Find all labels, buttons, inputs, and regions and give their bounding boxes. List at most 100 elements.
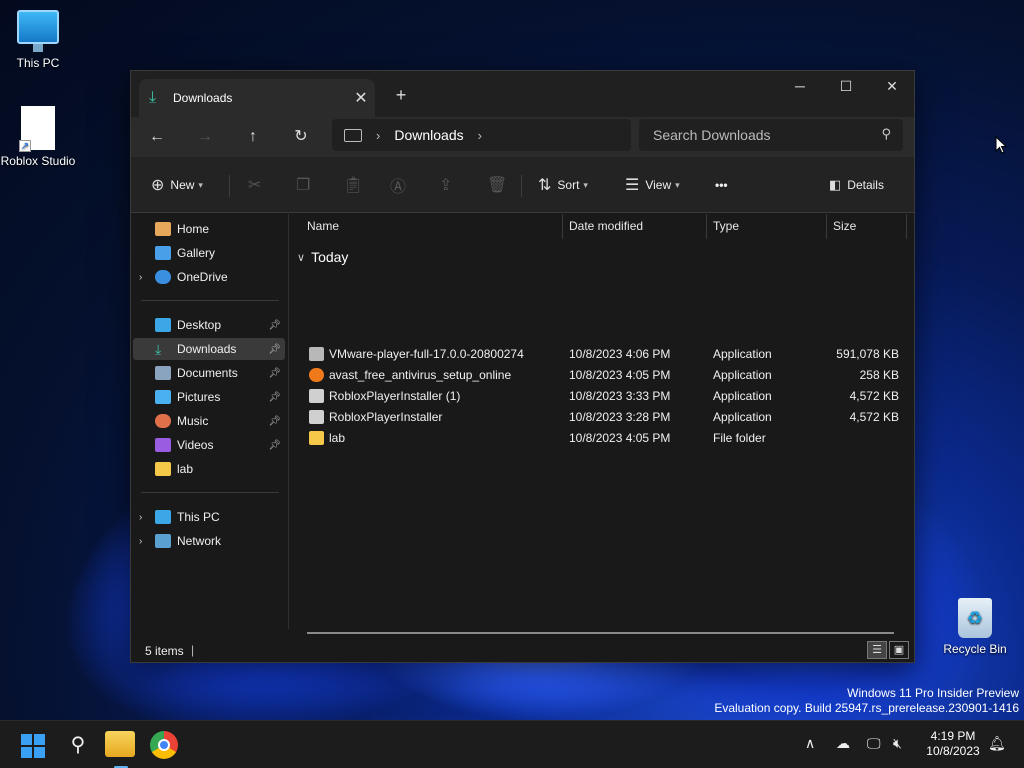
sidebar-item-label: Pictures: [177, 390, 221, 404]
sidebar-item-documents[interactable]: Documents 📌︎: [133, 362, 285, 384]
desktop-icon-label: Recycle Bin: [943, 642, 1007, 656]
plus-circle-icon: ⊕: [151, 177, 165, 194]
network-icon[interactable]: 🖵︎: [867, 735, 881, 752]
sidebar-item-label: Downloads: [177, 342, 237, 356]
minimize-button[interactable]: ─: [777, 71, 823, 101]
file-type: Application: [713, 368, 772, 382]
column-header-date-modified[interactable]: Date modified: [563, 214, 707, 239]
breadcrumb-downloads[interactable]: Downloads: [394, 127, 463, 143]
horizontal-scrollbar[interactable]: [307, 632, 894, 634]
sidebar-item-label: Desktop: [177, 318, 222, 332]
details-view-icon[interactable]: ☰: [867, 641, 887, 659]
chrome-icon[interactable]: [150, 731, 178, 759]
delete-icon[interactable]: 🗑︎: [487, 171, 513, 199]
onedrive-icon[interactable]: ☁: [836, 735, 850, 752]
column-headers: Name Date modified Type Size: [289, 214, 914, 239]
evaluation-watermark: Windows 11 Pro Insider Preview Evaluatio…: [714, 686, 1019, 716]
copy-icon[interactable]: ❐: [296, 171, 316, 199]
file-row[interactable]: RobloxPlayerInstaller (1) 10/8/2023 3:33…: [289, 386, 914, 407]
column-header-name[interactable]: Name: [301, 214, 563, 239]
new-button[interactable]: ⊕ New ▾: [151, 171, 203, 199]
search-placeholder: Search Downloads: [653, 127, 771, 143]
sidebar-item-videos[interactable]: Videos 📌︎: [133, 434, 285, 456]
show-hidden-icons-icon[interactable]: ∧: [805, 735, 815, 752]
speaker-muted-icon[interactable]: 🔇︎: [893, 735, 902, 752]
sidebar-item-home[interactable]: Home: [133, 218, 285, 240]
file-name: VMware-player-full-17.0.0-20800274: [329, 347, 524, 361]
file-row[interactable]: VMware-player-full-17.0.0-20800274 10/8/…: [289, 344, 914, 365]
search-input[interactable]: Search Downloads ⚲: [639, 119, 903, 151]
file-size: 4,572 KB: [849, 389, 899, 403]
sidebar-item-network[interactable]: › Network: [133, 530, 285, 552]
documents-icon: [155, 366, 171, 380]
sidebar-item-lab[interactable]: lab: [133, 458, 285, 480]
status-bar: 5 items | ☰ ▣: [131, 639, 914, 663]
forward-arrow-icon[interactable]: →: [189, 123, 221, 151]
sidebar-item-pictures[interactable]: Pictures 📌︎: [133, 386, 285, 408]
pin-icon[interactable]: 📌︎: [268, 416, 281, 427]
sidebar-item-label: Documents: [177, 366, 238, 380]
pin-icon[interactable]: 📌︎: [268, 344, 281, 355]
file-date: 10/8/2023 4:05 PM: [569, 368, 671, 382]
chevron-right-icon[interactable]: ›: [376, 128, 380, 143]
computer-icon: [155, 510, 171, 524]
maximize-button[interactable]: ☐: [823, 71, 869, 101]
paste-icon[interactable]: 📋︎: [343, 171, 369, 199]
address-bar[interactable]: › Downloads ›: [332, 119, 631, 151]
start-button[interactable]: [16, 729, 48, 761]
more-options-button[interactable]: •••: [715, 171, 728, 199]
column-header-size[interactable]: Size: [827, 214, 907, 239]
close-tab-icon[interactable]: ✕: [347, 88, 375, 108]
desktop-icon-roblox-studio[interactable]: ↗ Roblox Studio: [0, 106, 78, 168]
up-arrow-icon[interactable]: ↑: [237, 123, 269, 151]
group-header-today[interactable]: ∨ Today: [297, 249, 348, 265]
chevron-right-icon[interactable]: ›: [478, 128, 482, 143]
desktop-icon-this-pc[interactable]: This PC: [0, 10, 78, 70]
clock[interactable]: 4:19 PM 10/8/2023: [918, 729, 988, 759]
chevron-right-icon[interactable]: ›: [139, 536, 151, 547]
rename-icon[interactable]: Ⓐ: [390, 171, 412, 199]
notification-bell-icon[interactable]: 🔔︎: [988, 735, 1006, 752]
folder-icon: [309, 431, 324, 445]
sidebar-item-this-pc[interactable]: › This PC: [133, 506, 285, 528]
file-explorer-icon[interactable]: [105, 731, 135, 757]
file-row[interactable]: lab 10/8/2023 4:05 PM File folder: [289, 428, 914, 449]
pin-icon[interactable]: 📌︎: [268, 320, 281, 331]
monitor-icon: [344, 128, 362, 142]
pin-icon[interactable]: 📌︎: [268, 368, 281, 379]
sidebar-item-desktop[interactable]: Desktop 📌︎: [133, 314, 285, 336]
back-arrow-icon[interactable]: ←: [141, 123, 173, 151]
tab-downloads[interactable]: ⤓ Downloads ✕: [139, 79, 375, 117]
file-row[interactable]: RobloxPlayerInstaller 10/8/2023 3:28 PM …: [289, 407, 914, 428]
new-tab-button[interactable]: +: [389, 83, 413, 107]
computer-icon: [17, 10, 59, 52]
search-icon[interactable]: ⚲: [62, 729, 94, 761]
download-icon: ⤓: [149, 89, 157, 106]
divider: [521, 175, 522, 197]
chevron-right-icon[interactable]: ›: [139, 512, 151, 523]
sidebar-item-gallery[interactable]: Gallery: [133, 242, 285, 264]
column-header-type[interactable]: Type: [707, 214, 827, 239]
clock-date: 10/8/2023: [926, 744, 980, 758]
details-pane-button[interactable]: ◧ Details: [829, 171, 884, 199]
sidebar-item-music[interactable]: Music 📌︎: [133, 410, 285, 432]
chevron-right-icon[interactable]: ›: [139, 272, 151, 283]
details-label: Details: [847, 178, 884, 192]
large-icons-view-icon[interactable]: ▣: [889, 641, 909, 659]
view-button[interactable]: ☰ View ▾: [625, 171, 680, 199]
sidebar-item-onedrive[interactable]: › OneDrive: [133, 266, 285, 288]
divider: [229, 175, 230, 197]
network-icon: [155, 534, 171, 548]
desktop-icon-recycle-bin[interactable]: ♻ Recycle Bin: [935, 598, 1015, 656]
cut-icon[interactable]: ✂: [248, 171, 267, 199]
sort-button[interactable]: ⇅ Sort ▾: [538, 171, 588, 199]
close-button[interactable]: ✕: [869, 71, 915, 101]
pin-icon[interactable]: 📌︎: [268, 392, 281, 403]
refresh-icon[interactable]: ↻: [285, 123, 317, 151]
file-date: 10/8/2023 3:33 PM: [569, 389, 671, 403]
file-row[interactable]: avast_free_antivirus_setup_online 10/8/2…: [289, 365, 914, 386]
share-icon[interactable]: ⇪: [439, 171, 458, 199]
item-count: 5 items: [145, 644, 184, 658]
pin-icon[interactable]: 📌︎: [268, 440, 281, 451]
sidebar-item-downloads[interactable]: ⤓ Downloads 📌︎: [133, 338, 285, 360]
